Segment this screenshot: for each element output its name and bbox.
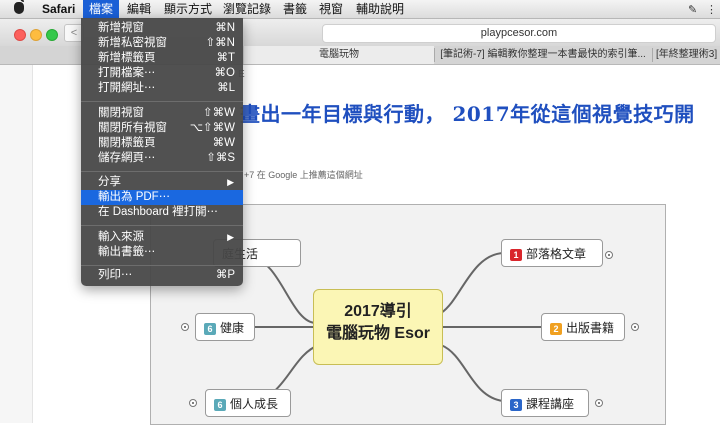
menu-item-label: 新增私密視窗 [98,37,167,49]
app-menu-safari[interactable]: Safari [40,0,77,18]
menu-item-shortcut: ⇧⌘S [206,152,235,164]
menu-item-label: 輸入來源 [98,231,144,243]
expand-node-icon[interactable] [189,399,197,407]
menu-item-label: 儲存網頁⋯ [98,152,156,164]
menu-item-shortcut: ⌘L [217,82,235,94]
menu-item-open-in-dashboard[interactable]: 在 Dashboard 裡打開⋯ [81,205,243,220]
menu-item-label: 輸出為 PDF⋯ [98,191,171,203]
menu-item-new-window[interactable]: 新增視窗 ⌘N [81,21,243,36]
page-margin [0,65,33,423]
mindmap-central-topic: 2017導引 電腦玩物 Esor [313,289,443,365]
menu-item-import-from[interactable]: 輸入來源 ▶ [81,230,243,245]
menu-item-close-all-windows[interactable]: 關閉所有視窗 ⌥⇧⌘W [81,121,243,136]
priority-badge: 1 [510,248,522,261]
submenu-arrow-icon: ▶ [227,177,234,187]
apple-menu-icon[interactable] [14,0,24,14]
status-tray-icon[interactable]: ⋮ [706,3,717,16]
menu-item-open-file[interactable]: 打開檔案⋯ ⌘O [81,66,243,81]
article-title[interactable]: 畫出一年目標與行動， 2017年從這個視覺技巧開 [240,98,695,127]
minimize-window-icon[interactable] [30,29,42,41]
google-plus-recommend[interactable]: +7 在 Google 上推薦這個網址 [244,168,363,181]
priority-badge: 6 [214,398,226,411]
submenu-arrow-icon: ▶ [227,232,234,242]
expand-node-icon[interactable] [631,323,639,331]
menu-item-label: 新增視窗 [98,22,144,34]
menu-item-new-tab[interactable]: 新增標籤頁 ⌘T [81,51,243,66]
menu-item-label: 分享 [98,176,121,188]
expand-node-icon[interactable] [595,399,603,407]
menu-item-label: 關閉視窗 [98,107,144,119]
menu-item-close-window[interactable]: 關閉視窗 ⇧⌘W [81,106,243,121]
menu-item-shortcut: ⇧⌘N [205,37,235,49]
menu-item-label: 打開檔案⋯ [98,67,156,79]
evernote-icon[interactable]: ✎ [688,3,697,16]
menu-item-shortcut: ⌘N [215,22,235,34]
tab-year-end[interactable]: [年終整理術3] E [656,46,720,64]
tab-divider [652,48,653,62]
menu-item-close-tab[interactable]: 關閉標籤頁 ⌘W [81,136,243,151]
menu-bar: Safari 檔案 編輯 顯示方式 瀏覽記錄 書籤 視窗 輔助說明 ✎ ⋮ [0,0,720,19]
menu-help[interactable]: 輔助說明 [354,0,406,18]
central-topic-line1: 2017導引 [344,303,412,320]
menu-item-open-location[interactable]: 打開網址⋯ ⌘L [81,81,243,96]
tab-playpcesor[interactable]: 電腦玩物 [244,46,434,64]
menu-edit[interactable]: 編輯 [125,0,153,18]
menu-bookmarks[interactable]: 書籤 [281,0,309,18]
menu-item-shortcut: ⌘P [215,269,235,281]
menu-item-shortcut: ⇧⌘W [203,107,235,119]
menu-window[interactable]: 視窗 [317,0,345,18]
expand-node-icon[interactable] [605,251,613,259]
priority-badge: 6 [204,322,216,335]
menu-item-save-as[interactable]: 儲存網頁⋯ ⇧⌘S [81,151,243,166]
menu-item-shortcut: ⌥⇧⌘W [189,122,235,134]
menu-history[interactable]: 瀏覽記錄 [221,0,273,18]
menu-item-label: 在 Dashboard 裡打開⋯ [98,206,219,218]
menu-item-label: 輸出書籤⋯ [98,246,156,258]
menu-item-label: 關閉標籤頁 [98,137,156,149]
menu-item-new-private-window[interactable]: 新增私密視窗 ⇧⌘N [81,36,243,51]
node-label: 個人成長 [230,397,279,411]
file-menu-dropdown: 新增視窗 ⌘N 新增私密視窗 ⇧⌘N 新增標籤頁 ⌘T 打開檔案⋯ ⌘O 打開網址⋯ ⌘L… [81,18,243,286]
menu-item-shortcut: ⌘W [212,137,235,149]
priority-badge: 2 [550,322,562,335]
menu-item-label: 打開網址⋯ [98,82,156,94]
menu-item-export-pdf[interactable]: 輸出為 PDF⋯ [81,190,243,205]
menu-item-shortcut: ⌘O [214,67,235,79]
tab-note-technique[interactable]: [筆記術-7] 編輯教你整理一本書最快的索引筆... [440,46,646,64]
menu-file[interactable]: 檔案 [83,0,120,18]
node-label: 課程講座 [526,397,575,411]
menu-item-label: 新增標籤頁 [98,52,156,64]
menu-item-label: 關閉所有視窗 [98,122,167,134]
menu-item-print[interactable]: 列印⋯ ⌘P [81,268,243,283]
close-window-icon[interactable] [14,29,26,41]
menu-separator [81,225,243,226]
node-label: 健康 [220,321,245,335]
tab-divider [434,48,435,62]
zoom-window-icon[interactable] [46,29,58,41]
menu-item-share[interactable]: 分享 ▶ [81,175,243,190]
menu-view[interactable]: 顯示方式 [162,0,214,18]
menu-item-shortcut: ⌘T [216,52,235,64]
menu-separator [81,171,243,172]
menu-item-label: 列印⋯ [98,269,133,281]
menu-item-export-bookmarks[interactable]: 輸出書籤⋯ [81,245,243,260]
node-label: 出版書籍 [566,321,615,335]
expand-node-icon[interactable] [181,323,189,331]
mindmap-node-blog: 1 部落格文章 [501,239,603,267]
priority-badge: 3 [510,398,522,411]
node-label: 部落格文章 [526,247,587,261]
central-topic-line2: 電腦玩物 Esor [325,325,431,342]
mindmap-node-growth: 6 個人成長 [205,389,291,417]
mindmap-node-health: 6 健康 [195,313,255,341]
menu-separator [81,101,243,102]
menu-separator [81,265,243,266]
address-bar[interactable]: playpcesor.com [322,24,716,43]
mindmap-node-courses: 3 課程講座 [501,389,589,417]
mindmap-node-books: 2 出版書籍 [541,313,625,341]
